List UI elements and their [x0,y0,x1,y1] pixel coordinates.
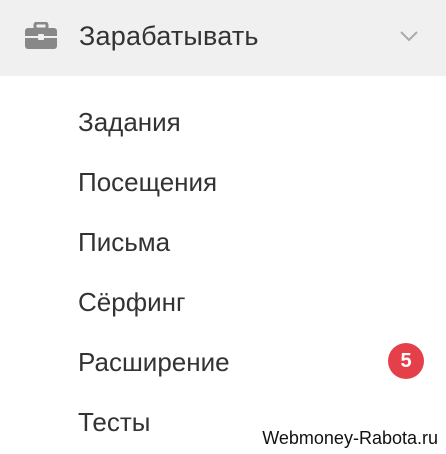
submenu-item-label: Задания [78,107,181,137]
chevron-down-icon[interactable] [399,30,419,42]
submenu-item-label: Посещения [78,167,218,197]
submenu-item-letters[interactable]: Письма [78,224,438,264]
briefcase-icon [25,22,57,49]
watermark-text: Webmoney-Rabota.ru [258,422,446,454]
submenu-item-visits[interactable]: Посещения [78,164,438,204]
submenu-item-label: Тесты [78,407,151,437]
extension-count-badge: 5 [388,343,424,379]
submenu-item-extension[interactable]: Расширение [78,344,438,384]
submenu-item-tasks[interactable]: Задания [78,104,438,144]
submenu-item-label: Расширение [78,347,230,377]
submenu-item-label: Письма [78,227,171,257]
menu-section-earn[interactable]: Зарабатывать [0,0,446,76]
submenu-item-surfing[interactable]: Сёрфинг [78,284,438,324]
submenu-item-label: Сёрфинг [78,287,186,317]
menu-section-title: Зарабатывать [79,21,259,51]
